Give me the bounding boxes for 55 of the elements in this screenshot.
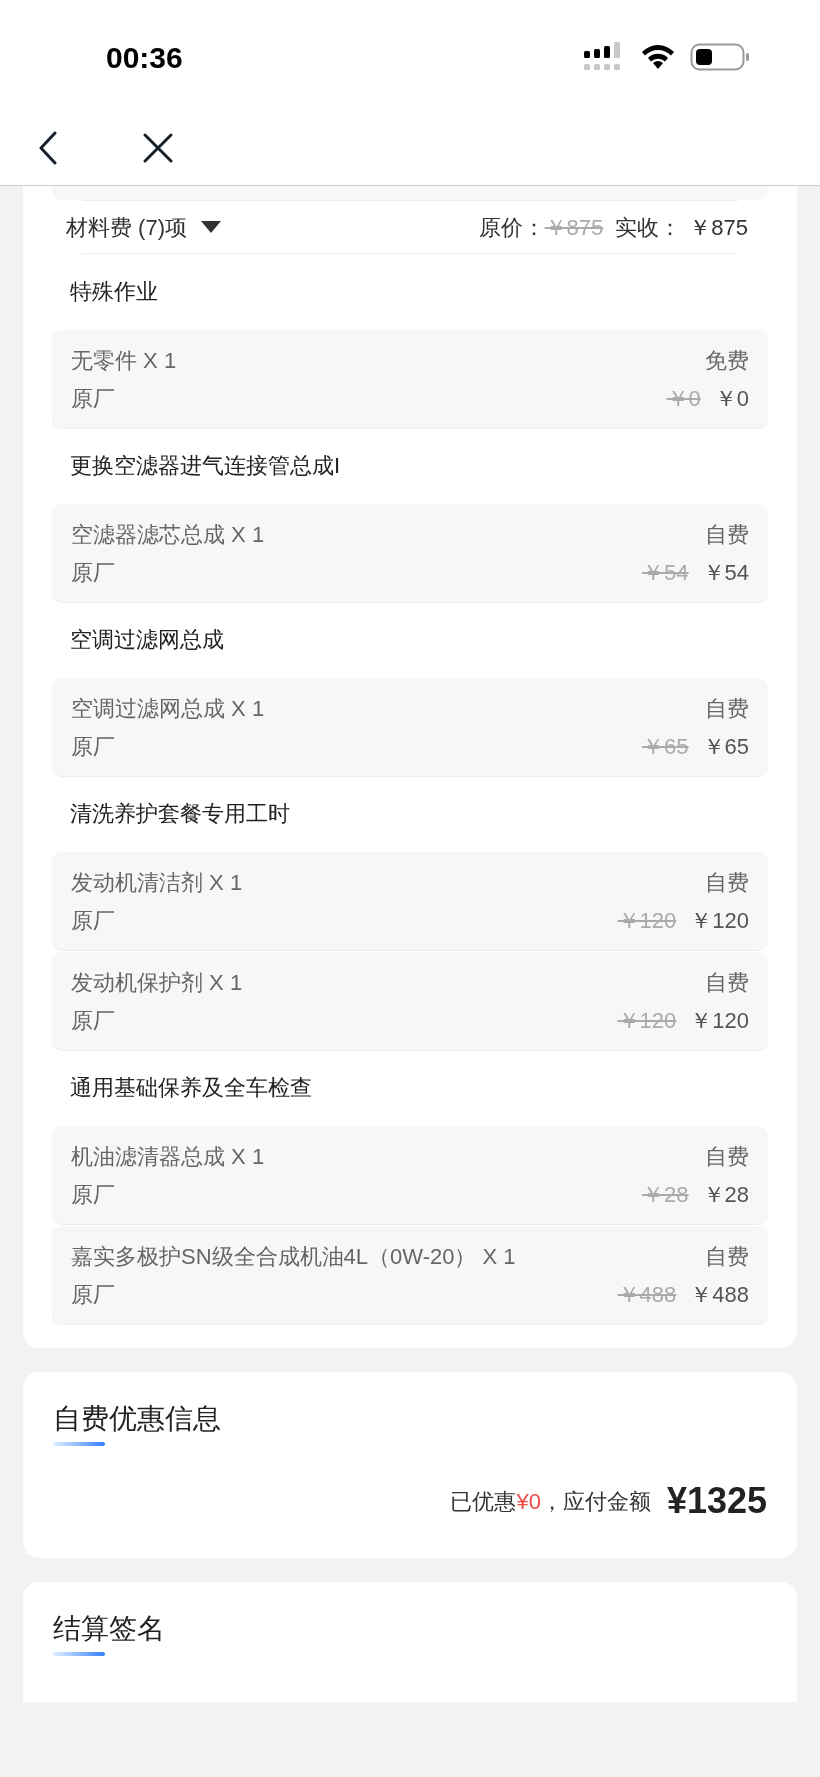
discount-summary: 已优惠¥0，应付金额 [450, 1487, 651, 1516]
actual-total: ￥875 [689, 213, 748, 242]
battery-icon [690, 42, 750, 72]
item-price: ￥65 [702, 734, 749, 760]
total-amount: ¥1325 [666, 1479, 767, 1523]
original-price: ￥488 [617, 1282, 677, 1308]
item-source: 原厂 [71, 1182, 115, 1208]
wifi-icon [640, 43, 676, 71]
actual-label: 实收： [615, 213, 682, 242]
original-price: ￥120 [617, 1008, 677, 1034]
payment-type: 免费 [705, 348, 749, 374]
item-name: 空滤器滤芯总成 X 1 [71, 522, 265, 548]
item-source: 原厂 [71, 1282, 115, 1308]
item-price: ￥488 [690, 1282, 749, 1308]
item-source: 原厂 [71, 734, 115, 760]
caret-icon[interactable] [201, 221, 221, 233]
original-price: ￥65 [642, 734, 689, 760]
item-price: ￥120 [690, 1008, 749, 1034]
payment-type: 自费 [705, 970, 749, 996]
item-price: ￥0 [714, 386, 749, 412]
item-name: 发动机清洁剂 X 1 [71, 870, 243, 896]
materials-label: 材料费 (7)项 [66, 213, 187, 242]
original-price: ￥28 [642, 1182, 689, 1208]
group-title: 清洗养护套餐专用工时 [70, 799, 290, 828]
group-title: 空调过滤网总成 [70, 625, 224, 654]
payment-type: 自费 [705, 696, 749, 722]
item-name: 空调过滤网总成 X 1 [71, 696, 265, 722]
title-underline [53, 1442, 105, 1446]
group-title: 通用基础保养及全车检查 [70, 1073, 312, 1102]
item-price: ￥28 [702, 1182, 749, 1208]
payment-type: 自费 [705, 1144, 749, 1170]
original-price: ￥0 [666, 386, 701, 412]
item-source: 原厂 [71, 560, 115, 586]
section-title: 自费优惠信息 [53, 1402, 221, 1436]
item-name: 发动机保护剂 X 1 [71, 970, 243, 996]
title-underline [53, 1652, 105, 1656]
original-total: ￥875 [544, 213, 604, 242]
item-name: 机油滤清器总成 X 1 [71, 1144, 265, 1170]
group-title: 更换空滤器进气连接管总成I [70, 451, 341, 480]
item-name: 嘉实多极护SN级全合成机油4L（0W-20） X 1 [71, 1244, 516, 1270]
group-title: 特殊作业 [70, 277, 158, 306]
payment-type: 自费 [705, 1244, 749, 1270]
item-source: 原厂 [71, 386, 115, 412]
payment-type: 自费 [705, 522, 749, 548]
original-price: ￥120 [617, 908, 677, 934]
status-time: 00:36 [106, 39, 183, 76]
item-price: ￥54 [702, 560, 749, 586]
item-name: 无零件 X 1 [71, 348, 177, 374]
payment-type: 自费 [705, 870, 749, 896]
original-price: ￥54 [642, 560, 689, 586]
item-source: 原厂 [71, 908, 115, 934]
section-title: 结算签名 [53, 1612, 165, 1646]
original-price-label: 原价： [478, 213, 545, 242]
item-source: 原厂 [71, 1008, 115, 1034]
item-price: ￥120 [690, 908, 749, 934]
